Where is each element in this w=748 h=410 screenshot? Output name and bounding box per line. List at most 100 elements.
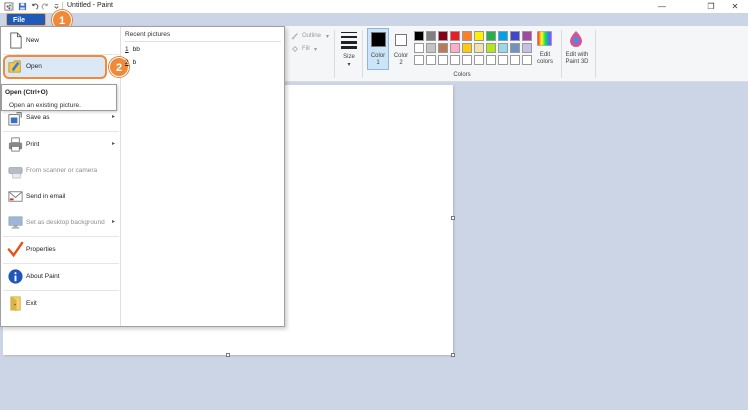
paint3d-icon[interactable] <box>568 30 584 48</box>
palette-swatch[interactable] <box>522 31 532 41</box>
maximize-button[interactable]: ❐ <box>704 1 718 12</box>
palette-swatch[interactable] <box>414 55 424 65</box>
menu-item-exit[interactable]: Exit <box>3 291 119 317</box>
palette-swatch[interactable] <box>450 31 460 41</box>
palette-swatch[interactable] <box>474 43 484 53</box>
palette-swatch[interactable] <box>498 31 508 41</box>
color1-swatch <box>371 32 386 47</box>
redo-icon[interactable] <box>41 2 50 11</box>
menu-item-label: Send in email <box>26 193 66 200</box>
palette-swatch[interactable] <box>438 55 448 65</box>
outline-icon <box>291 33 298 40</box>
edit-paint3d-label: Edit with Paint 3D <box>565 52 589 65</box>
palette-swatch[interactable] <box>498 43 508 53</box>
menu-item-label: Print <box>26 141 40 148</box>
size-label: Size <box>343 54 355 60</box>
submenu-arrow-icon: ▸ <box>111 141 115 147</box>
palette-swatch[interactable] <box>486 55 496 65</box>
palette-swatch[interactable] <box>510 31 520 41</box>
resize-handle-corner[interactable] <box>451 353 455 357</box>
menu-item-new[interactable]: New <box>3 28 119 54</box>
ribbon-separator <box>595 30 596 78</box>
recent-item[interactable]: 2b <box>125 59 136 66</box>
menu-item-print[interactable]: Print ▸ <box>3 132 119 158</box>
desktop-icon <box>8 216 23 229</box>
divider <box>13 2 14 11</box>
outline-chevron-icon: ▾ <box>326 34 330 40</box>
palette-swatch[interactable] <box>474 31 484 41</box>
outline-dropdown[interactable]: Outline <box>302 33 321 39</box>
edit-colors-label: Edit colors <box>536 52 553 65</box>
menu-item-label: From scanner or camera <box>26 167 98 174</box>
resize-handle-bottom[interactable] <box>226 353 230 357</box>
new-file-icon <box>10 32 22 49</box>
menu-item-email[interactable]: Send in email <box>3 184 119 210</box>
palette-swatch[interactable] <box>426 31 436 41</box>
palette-swatch[interactable] <box>522 43 532 53</box>
recent-item-name: b <box>132 59 137 66</box>
size-icon[interactable] <box>340 30 358 50</box>
menu-item-desktop-background[interactable]: Set as desktop background ▸ <box>3 210 119 236</box>
recent-item-index: 2 <box>125 59 129 66</box>
ribbon-separator <box>362 30 363 78</box>
file-menu: New Open 2 Open (Ctrl+O) Open an existin… <box>0 26 285 327</box>
close-button[interactable]: ✕ <box>728 1 742 12</box>
palette-swatch[interactable] <box>414 31 424 41</box>
printer-icon <box>8 137 23 152</box>
palette-swatch[interactable] <box>450 43 460 53</box>
menu-item-properties[interactable]: Properties <box>3 237 119 263</box>
email-icon <box>8 191 23 202</box>
fill-dropdown[interactable]: Fill <box>302 46 310 52</box>
menu-item-scanner[interactable]: From scanner or camera <box>3 158 119 184</box>
undo-icon[interactable] <box>30 2 39 11</box>
palette-swatch[interactable] <box>498 55 508 65</box>
save-icon[interactable] <box>18 2 27 11</box>
edit-colors-icon[interactable] <box>537 31 552 46</box>
palette-swatch[interactable] <box>462 31 472 41</box>
recent-item-name: bb <box>132 46 140 53</box>
save-as-icon <box>8 112 22 126</box>
menu-item-about[interactable]: About Paint <box>3 264 119 290</box>
palette-swatch[interactable] <box>474 55 484 65</box>
menu-item-label: Exit <box>26 300 37 307</box>
palette-swatch[interactable] <box>486 31 496 41</box>
recent-divider <box>125 41 281 42</box>
menu-item-label: About Paint <box>26 273 60 280</box>
scanner-icon <box>8 167 23 179</box>
recent-item[interactable]: 1 bb <box>125 46 140 53</box>
palette-swatch[interactable] <box>510 55 520 65</box>
info-icon <box>8 269 23 284</box>
palette-swatch[interactable] <box>522 55 532 65</box>
properties-checkmark-icon <box>7 241 24 258</box>
minimize-button[interactable]: — <box>655 1 669 12</box>
palette-swatch[interactable] <box>462 55 472 65</box>
file-menu-commands: New Open 2 Open (Ctrl+O) Open an existin… <box>1 27 129 326</box>
menu-item-label: New <box>26 37 40 44</box>
open-folder-icon <box>8 60 21 73</box>
palette-swatch[interactable] <box>462 43 472 53</box>
menu-item-open[interactable]: Open <box>3 54 119 80</box>
fill-chevron-icon: ▾ <box>314 47 318 53</box>
menu-item-label: Properties <box>26 246 56 253</box>
menu-item-save-as[interactable]: Save as ▸ <box>3 105 119 131</box>
ribbon-separator <box>334 30 335 78</box>
submenu-arrow-icon: ▸ <box>111 114 115 120</box>
tooltip-title: Open (Ctrl+O) <box>5 89 48 96</box>
palette-swatch[interactable] <box>414 43 424 53</box>
palette-swatch[interactable] <box>510 43 520 53</box>
color1-label: Color 1 <box>370 53 386 66</box>
recent-item-index: 1 <box>125 46 129 53</box>
resize-handle-right[interactable] <box>451 216 455 220</box>
size-chevron-icon: ▾ <box>347 62 351 68</box>
colors-group-label: Colors <box>453 72 471 78</box>
palette-swatch[interactable] <box>426 55 436 65</box>
color2-label: Color 2 <box>393 53 409 66</box>
file-tab[interactable]: File <box>6 13 46 26</box>
color2-swatch[interactable] <box>395 34 407 46</box>
palette-swatch[interactable] <box>450 55 460 65</box>
recent-pictures-heading: Recent pictures <box>125 31 171 38</box>
palette-swatch[interactable] <box>438 43 448 53</box>
palette-swatch[interactable] <box>438 31 448 41</box>
palette-swatch[interactable] <box>426 43 436 53</box>
palette-swatch[interactable] <box>486 43 496 53</box>
